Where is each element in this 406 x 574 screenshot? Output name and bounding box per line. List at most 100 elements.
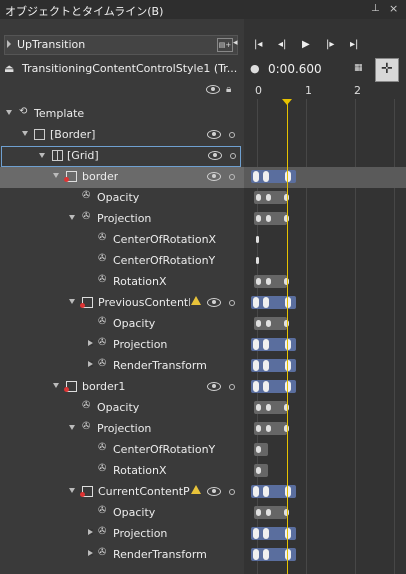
tree-row-current-content[interactable]: CurrentContentP [0,482,244,503]
tree-row-property[interactable]: ✇ Projection [0,335,244,356]
tree-row-border[interactable]: border [0,167,244,188]
collapsed-icon[interactable] [88,529,93,535]
keyframe[interactable] [266,278,271,285]
keyframe[interactable] [285,171,291,182]
keyframe[interactable] [285,381,291,392]
keyframe[interactable] [253,486,259,497]
storyboard-options-button[interactable]: ▤+ [217,38,233,52]
tree-row-property[interactable]: ✇ Opacity [0,503,244,524]
expand-icon[interactable] [69,425,75,430]
keyframe[interactable] [253,360,259,371]
keyframe[interactable] [256,215,261,222]
expand-icon[interactable] [6,110,12,115]
keyframe[interactable] [256,467,261,474]
playhead[interactable] [287,99,288,574]
tree-row-template[interactable]: ⟲ Template [0,104,244,125]
tree-row-property[interactable]: ✇ Opacity [0,398,244,419]
keyframe-bar[interactable] [254,212,289,225]
keyframe[interactable] [263,528,269,539]
next-frame-icon[interactable]: |▸ [326,39,334,50]
keyframe[interactable] [263,381,269,392]
expand-icon[interactable] [53,383,59,388]
tree-row-property[interactable]: ✇ Opacity [0,188,244,209]
expand-icon[interactable] [53,173,59,178]
scope-up-icon[interactable]: ⏏ [4,62,14,75]
ruler-icon[interactable]: ▦ [354,63,363,73]
keyframe[interactable] [266,215,271,222]
go-first-icon[interactable]: |◂ [254,39,262,50]
keyframe[interactable] [263,360,269,371]
tree-row-border1[interactable]: border1 [0,377,244,398]
storyboard-selector[interactable]: UpTransition ▤+ ◂ [4,35,238,55]
keyframe[interactable] [256,236,259,243]
keyframe[interactable] [256,278,261,285]
lock-dot-icon[interactable] [229,300,235,306]
keyframe[interactable] [256,320,261,327]
tree-row-property[interactable]: ✇ Projection [0,419,244,440]
lock-dot-icon[interactable] [229,174,235,180]
tree-row-property[interactable]: ✇ CenterOfRotationY [0,251,244,272]
keyframe[interactable] [263,297,269,308]
tree-row-border-root[interactable]: [Border] [0,125,244,146]
tree-row-property[interactable]: ✇ Projection [0,524,244,545]
keyframe[interactable] [266,194,271,201]
keyframe-bar[interactable] [251,380,296,393]
expand-icon[interactable] [69,299,75,304]
chevron-left-icon[interactable]: ◂ [233,38,238,48]
expand-icon[interactable] [39,153,45,158]
tree-row-property[interactable]: ✇ RotationX [0,272,244,293]
keyframe[interactable] [256,509,261,516]
keyframe-bar[interactable] [251,527,296,540]
keyframe-bar[interactable] [254,275,289,288]
keyframe[interactable] [285,528,291,539]
expand-icon[interactable] [69,488,75,493]
keyframe[interactable] [263,339,269,350]
lock-dot-icon[interactable] [229,132,235,138]
keyframe[interactable] [266,425,271,432]
collapsed-icon[interactable] [88,361,93,367]
keyframe[interactable] [256,446,261,453]
eye-icon[interactable] [207,172,221,181]
keyframe-bar[interactable] [251,170,296,183]
style-scope-row[interactable]: ⏏ TransitioningContentControlStyle1 (Tr.… [4,62,242,78]
lock-dot-icon[interactable] [229,489,235,495]
keyframe-bar[interactable] [254,464,268,477]
keyframe[interactable] [253,528,259,539]
expand-icon[interactable] [22,131,28,136]
keyframe-bar[interactable] [251,359,296,372]
keyframe-bar[interactable] [251,338,296,351]
expand-icon[interactable] [69,215,75,220]
eye-icon[interactable] [207,298,221,307]
keyframe[interactable] [263,486,269,497]
collapsed-icon[interactable] [88,550,93,556]
close-icon[interactable]: × [389,2,398,15]
tree-row-property[interactable]: ✇ Opacity [0,314,244,335]
keyframe[interactable] [266,320,271,327]
keyframe[interactable] [256,404,261,411]
snap-button[interactable]: ✛ [375,58,399,82]
keyframe-bar[interactable] [254,443,268,456]
keyframe[interactable] [263,171,269,182]
tree-row-property[interactable]: ✇ RotationX [0,461,244,482]
keyframe[interactable] [263,549,269,560]
keyframe[interactable] [256,194,261,201]
eye-icon[interactable] [207,487,221,496]
play-icon[interactable]: ▶ [302,39,310,50]
lock-dot-icon[interactable] [229,384,235,390]
keyframe[interactable] [285,486,291,497]
eye-icon[interactable] [207,130,221,139]
tree-row-property[interactable]: ✇ RenderTransform [0,545,244,566]
lock-dot-icon[interactable] [230,153,236,159]
keyframe[interactable] [285,360,291,371]
keyframe-bar[interactable] [254,317,289,330]
keyframe[interactable] [253,549,259,560]
tree-row-grid[interactable]: [Grid] [1,146,241,167]
time-ruler[interactable]: 0 1 2 [244,84,406,98]
keyframe[interactable] [253,171,259,182]
tree-row-previous-content[interactable]: PreviousContentP [0,293,244,314]
timecode[interactable]: 0:00.600 [268,62,322,76]
lock-header-icon[interactable]: 🔒︎ [226,84,231,95]
keyframe[interactable] [256,425,261,432]
prev-frame-icon[interactable]: ◂| [278,39,286,50]
keyframe[interactable] [253,339,259,350]
